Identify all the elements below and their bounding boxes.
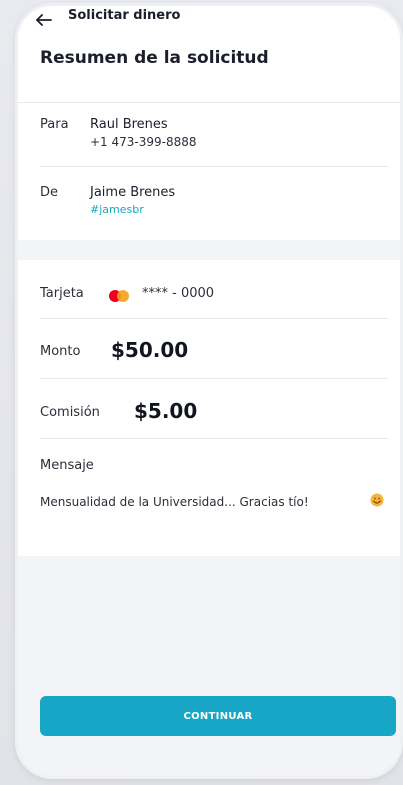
details-card: Tarjeta **** - 0000 Monto $50.00 Comisió… (18, 260, 400, 556)
amount-value: $50.00 (111, 338, 189, 362)
amount-label: Monto (40, 344, 81, 359)
topbar-title: Solicitar dinero (68, 8, 181, 23)
parties-card: Para Raul Brenes +1 473-399-8888 De Jaim… (18, 103, 400, 240)
from-label: De (40, 185, 59, 200)
divider (40, 438, 388, 439)
sender-handle: #jamesbr (90, 203, 144, 216)
smiling-emoji-icon (370, 493, 384, 507)
recipient-name: Raul Brenes (90, 117, 168, 132)
summary-header: Resumen de la solicitud (18, 36, 400, 103)
divider (40, 166, 388, 167)
page-title: Resumen de la solicitud (40, 48, 269, 68)
fee-label: Comisión (40, 405, 100, 420)
recipient-phone: +1 473-399-8888 (90, 135, 197, 149)
continue-button[interactable]: CONTINUAR (40, 696, 396, 736)
back-arrow-icon[interactable] (36, 14, 52, 26)
sender-name: Jaime Brenes (90, 185, 176, 200)
mastercard-icon (109, 290, 129, 302)
device-frame: Solicitar dinero Resumen de la solicitud… (0, 0, 403, 785)
fee-value: $5.00 (134, 399, 198, 423)
divider (40, 318, 388, 319)
top-bar: Solicitar dinero (18, 6, 400, 36)
card-label: Tarjeta (40, 286, 84, 301)
message-text: Mensualidad de la Universidad... Gracias… (40, 495, 309, 509)
card-masked-number: **** - 0000 (142, 286, 215, 301)
message-label: Mensaje (40, 458, 94, 473)
to-label: Para (40, 117, 69, 132)
phone-screen: Solicitar dinero Resumen de la solicitud… (18, 6, 400, 776)
divider (40, 378, 388, 379)
